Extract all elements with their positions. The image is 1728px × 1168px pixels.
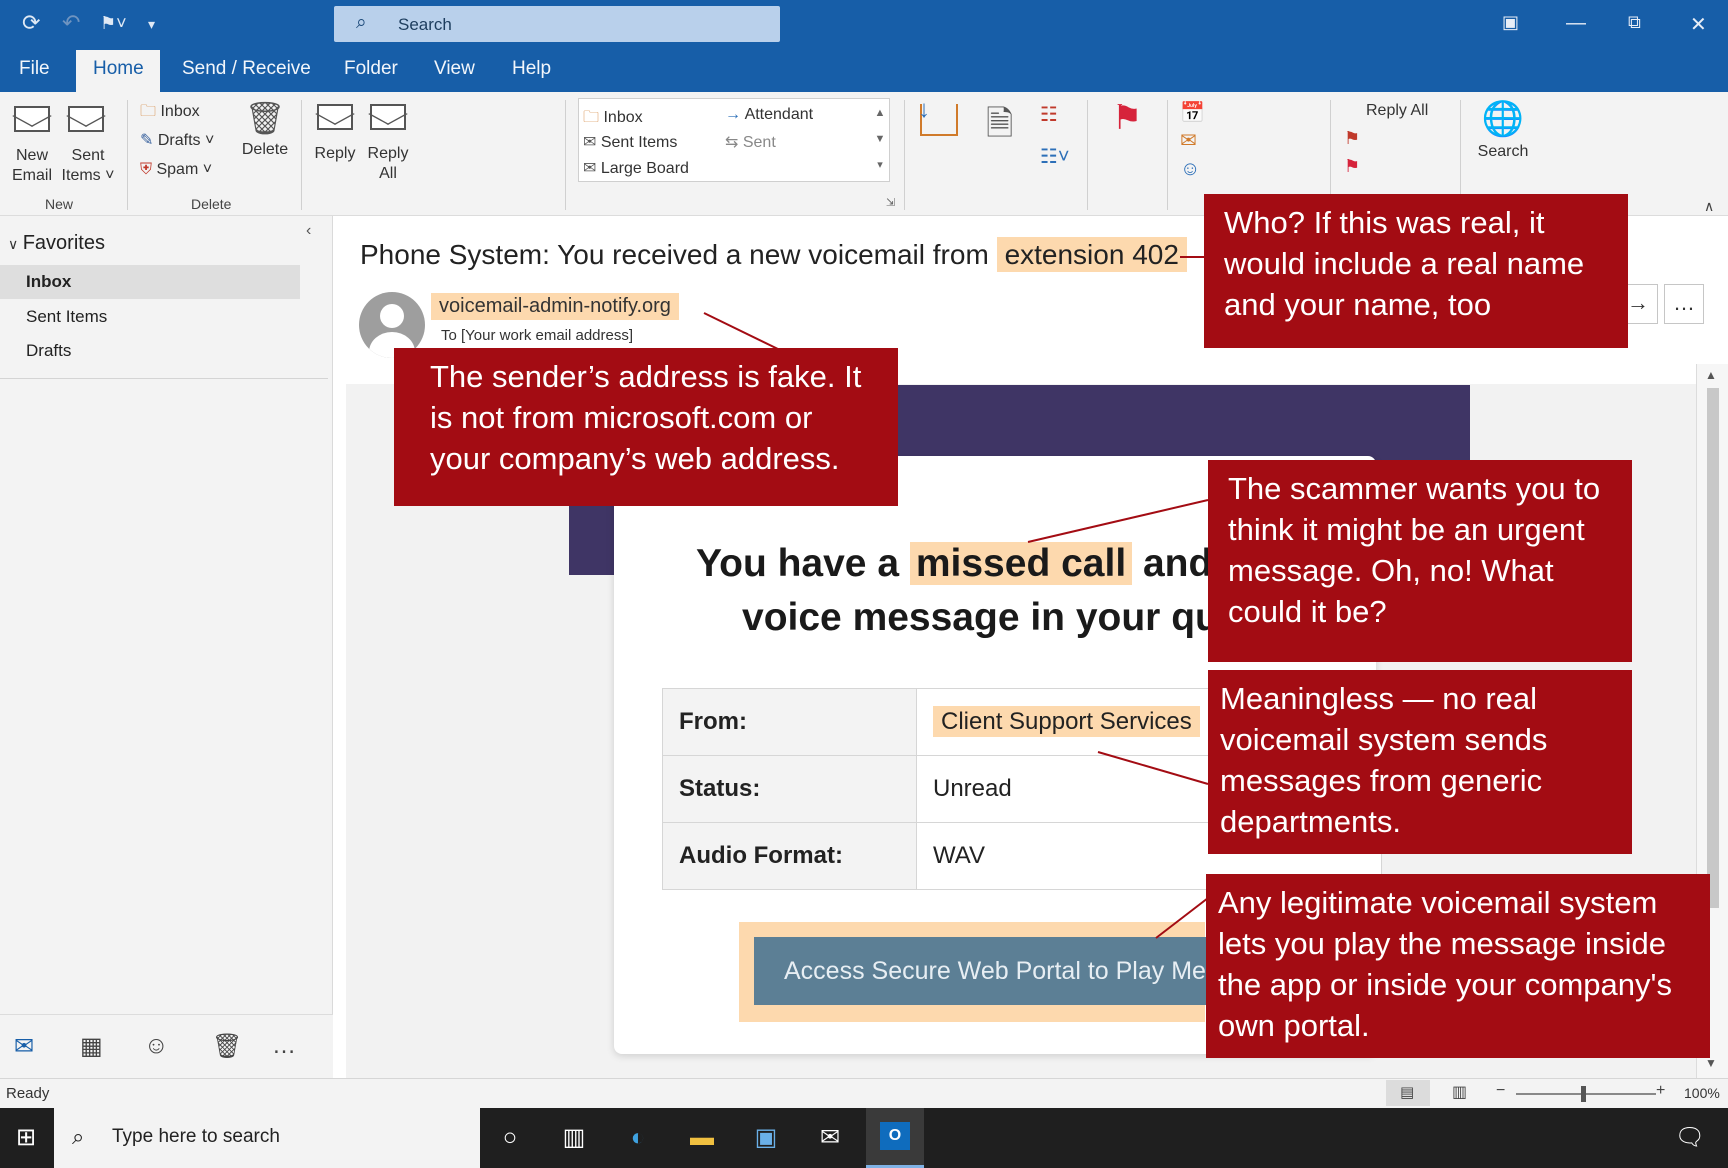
outlook-taskbar-button[interactable]: O bbox=[866, 1108, 924, 1168]
task-view-icon[interactable]: ▥ bbox=[556, 1120, 592, 1156]
outlook-icon: O bbox=[880, 1122, 910, 1150]
store-icon[interactable]: ▣ bbox=[748, 1120, 784, 1156]
file-explorer-icon[interactable]: ▬ bbox=[684, 1120, 720, 1156]
taskbar-search[interactable]: ⌕ Type here to search bbox=[54, 1108, 480, 1168]
windows-start-icon[interactable]: ⊞ bbox=[8, 1120, 44, 1156]
notifications-icon[interactable]: 🗨 bbox=[1672, 1120, 1708, 1156]
normal-view-button[interactable]: ▤ bbox=[1386, 1080, 1430, 1106]
zoom-in-icon[interactable]: + bbox=[1656, 1082, 1665, 1100]
normal-view-icon: ▤ bbox=[1400, 1084, 1415, 1101]
zoom-slider[interactable] bbox=[1516, 1093, 1656, 1095]
reading-view-icon[interactable]: ▥ bbox=[1452, 1082, 1467, 1102]
cortana-icon[interactable]: ○ bbox=[492, 1120, 528, 1156]
zoom-level: 100% bbox=[1684, 1085, 1720, 1101]
taskbar-search-placeholder: Type here to search bbox=[112, 1126, 280, 1147]
callout-urgent: The scammer wants you to think it might … bbox=[1208, 460, 1632, 662]
edge-icon[interactable]: ◐ bbox=[620, 1120, 656, 1156]
zoom-thumb[interactable] bbox=[1581, 1086, 1586, 1102]
zoom-out-icon[interactable]: − bbox=[1496, 1082, 1505, 1100]
callout-meaningless: Meaningless — no real voicemail system s… bbox=[1208, 670, 1632, 854]
search-icon: ⌕ bbox=[72, 1124, 85, 1149]
callout-legit: Any legitimate voicemail system lets you… bbox=[1206, 874, 1710, 1058]
callout-who: Who? If this was real, it would include … bbox=[1204, 194, 1628, 348]
mail-app-icon[interactable]: ✉ bbox=[812, 1120, 848, 1156]
status-bar bbox=[0, 1078, 1728, 1108]
status-ready: Ready bbox=[6, 1085, 50, 1102]
callout-sender: The sender’s address is fake. It is not … bbox=[394, 348, 898, 506]
